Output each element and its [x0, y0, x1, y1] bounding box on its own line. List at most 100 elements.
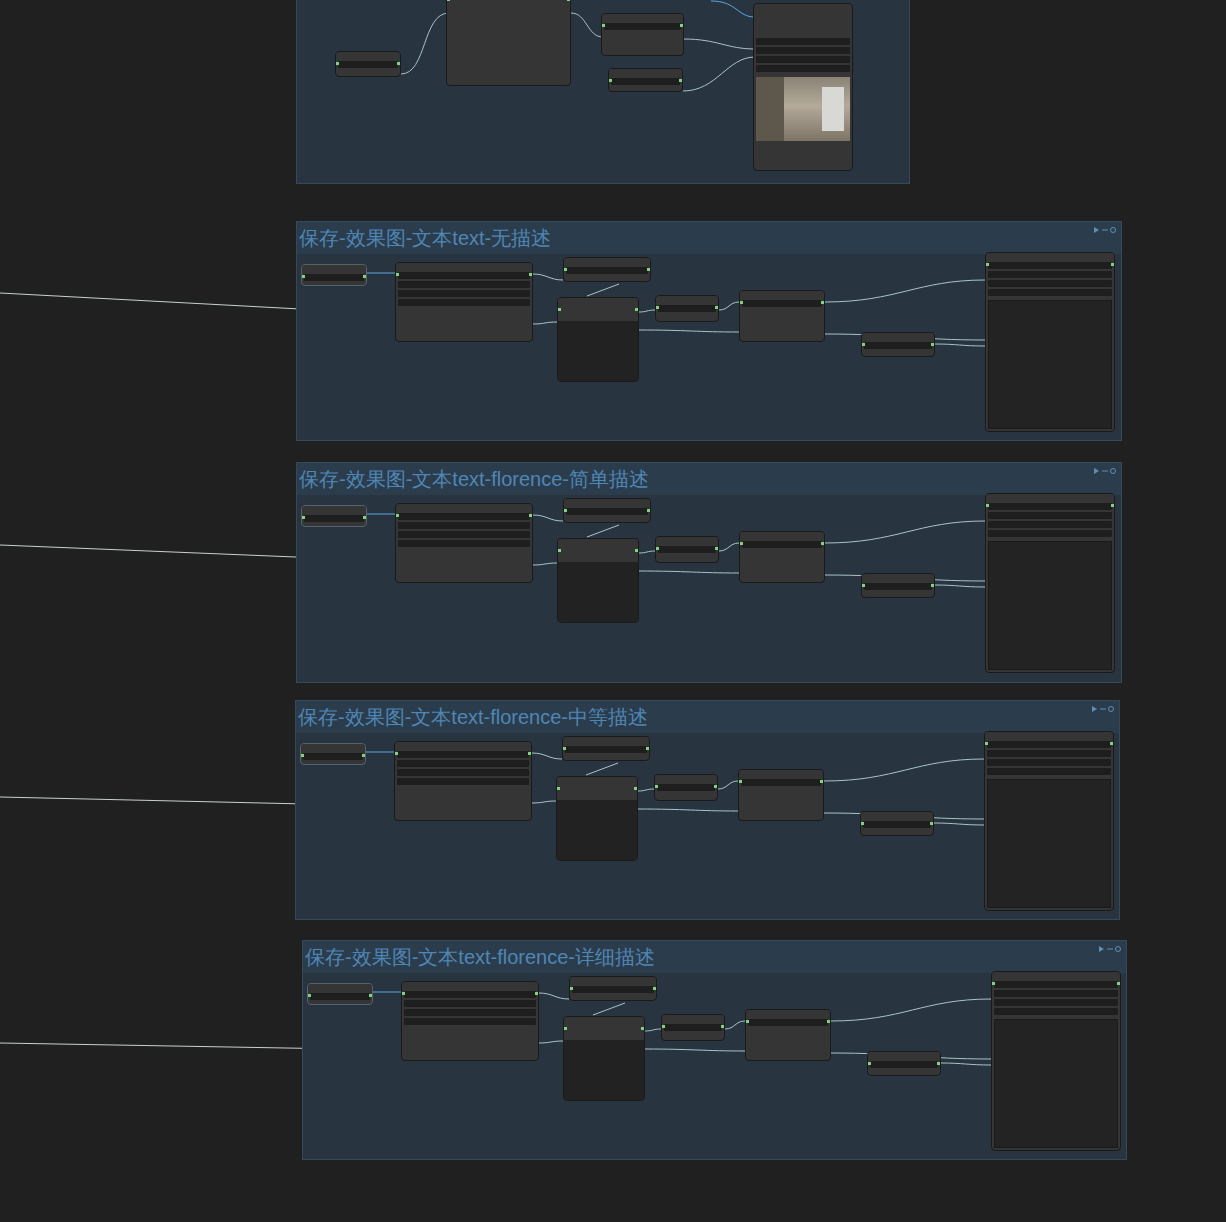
node-header[interactable]: [570, 977, 656, 986]
node-widget[interactable]: [398, 513, 530, 520]
node-widget[interactable]: [398, 540, 530, 547]
node-widget[interactable]: [658, 546, 716, 553]
graph-node[interactable]: [557, 297, 639, 382]
input-port[interactable]: [662, 1025, 665, 1028]
node-header[interactable]: [302, 265, 366, 274]
node-widget[interactable]: [565, 746, 647, 753]
node-header[interactable]: [396, 504, 532, 513]
node-group[interactable]: [296, 0, 910, 184]
output-port[interactable]: [647, 509, 650, 512]
output-port[interactable]: [715, 547, 718, 550]
input-port[interactable]: [740, 542, 743, 545]
node-widget[interactable]: [870, 1061, 938, 1068]
graph-node[interactable]: [661, 1014, 725, 1041]
graph-node[interactable]: [300, 743, 366, 765]
node-widget[interactable]: [741, 779, 821, 786]
node-widget[interactable]: [756, 47, 850, 54]
node-header[interactable]: [986, 253, 1114, 262]
input-port[interactable]: [302, 275, 305, 278]
node-group[interactable]: 保存-效果图-文本text-florence-简单描述: [296, 462, 1122, 683]
node-widget[interactable]: [994, 990, 1118, 997]
node-canvas[interactable]: 保存-效果图-文本text-无描述保存-效果图-文本text-florence-…: [0, 0, 1226, 1222]
graph-node[interactable]: [569, 976, 657, 1001]
graph-node[interactable]: [394, 741, 532, 821]
output-port[interactable]: [369, 994, 372, 997]
node-header[interactable]: [564, 258, 650, 267]
group-title-bar[interactable]: 保存-效果图-文本text-无描述: [297, 222, 1121, 254]
node-widget[interactable]: [756, 56, 850, 63]
node-widget[interactable]: [338, 61, 398, 68]
graph-node[interactable]: [395, 262, 533, 342]
node-widget[interactable]: [398, 531, 530, 538]
graph-node[interactable]: [557, 538, 639, 623]
node-header[interactable]: [308, 984, 372, 993]
output-port[interactable]: [567, 0, 570, 1]
node-widget[interactable]: [988, 289, 1112, 296]
graph-node[interactable]: [608, 68, 683, 92]
node-widget[interactable]: [566, 267, 648, 274]
node-widget[interactable]: [988, 521, 1112, 528]
graph-node[interactable]: [307, 983, 373, 1005]
graph-node[interactable]: [739, 290, 825, 342]
node-widget[interactable]: [572, 986, 654, 993]
graph-node[interactable]: [654, 774, 718, 801]
input-port[interactable]: [558, 549, 561, 552]
node-widget[interactable]: [404, 1009, 536, 1016]
input-port[interactable]: [746, 1020, 749, 1023]
node-widget[interactable]: [404, 1000, 536, 1007]
node-widget[interactable]: [398, 272, 530, 279]
output-port[interactable]: [821, 542, 824, 545]
node-header[interactable]: [557, 777, 637, 786]
node-widget[interactable]: [657, 784, 715, 791]
node-widget[interactable]: [987, 759, 1111, 766]
output-port[interactable]: [529, 273, 532, 276]
input-port[interactable]: [564, 1027, 567, 1030]
node-header[interactable]: [656, 296, 718, 305]
group-title-bar[interactable]: 保存-效果图-文本text-florence-详细描述: [303, 941, 1126, 973]
output-port[interactable]: [715, 306, 718, 309]
input-port[interactable]: [402, 992, 405, 995]
node-header[interactable]: [986, 494, 1114, 503]
node-group[interactable]: 保存-效果图-文本text-florence-详细描述: [302, 940, 1127, 1160]
input-port[interactable]: [602, 24, 605, 27]
output-port[interactable]: [931, 343, 934, 346]
node-widget[interactable]: [756, 38, 850, 45]
input-port[interactable]: [564, 509, 567, 512]
node-widget[interactable]: [397, 751, 529, 758]
output-port[interactable]: [930, 822, 933, 825]
graph-node[interactable]: [446, 0, 571, 86]
node-widget[interactable]: [988, 512, 1112, 519]
node-header[interactable]: [656, 537, 718, 546]
node-header[interactable]: [301, 744, 365, 753]
graph-node[interactable]: [739, 531, 825, 583]
node-widget[interactable]: [988, 530, 1112, 537]
node-widget[interactable]: [303, 753, 363, 760]
node-header[interactable]: [985, 732, 1113, 741]
node-widget[interactable]: [742, 541, 822, 548]
output-port[interactable]: [635, 549, 638, 552]
node-header[interactable]: [739, 770, 823, 779]
output-port[interactable]: [827, 1020, 830, 1023]
output-port[interactable]: [931, 584, 934, 587]
input-port[interactable]: [656, 306, 659, 309]
node-widget[interactable]: [987, 741, 1111, 748]
node-widget[interactable]: [664, 1024, 722, 1031]
group-title-bar[interactable]: 保存-效果图-文本text-florence-中等描述: [296, 701, 1119, 733]
node-group[interactable]: 保存-效果图-文本text-florence-中等描述: [295, 700, 1120, 920]
node-header[interactable]: [558, 539, 638, 548]
node-widget[interactable]: [398, 281, 530, 288]
node-widget[interactable]: [994, 1008, 1118, 1015]
input-port[interactable]: [740, 301, 743, 304]
output-port[interactable]: [820, 780, 823, 783]
node-header[interactable]: [564, 1017, 644, 1026]
input-port[interactable]: [302, 516, 305, 519]
node-widget[interactable]: [397, 769, 529, 776]
node-widget[interactable]: [398, 522, 530, 529]
output-port[interactable]: [363, 516, 366, 519]
node-header[interactable]: [558, 298, 638, 307]
input-port[interactable]: [564, 268, 567, 271]
node-widget[interactable]: [310, 993, 370, 1000]
graph-node[interactable]: [401, 981, 539, 1061]
node-header[interactable]: [563, 737, 649, 746]
output-port[interactable]: [647, 268, 650, 271]
